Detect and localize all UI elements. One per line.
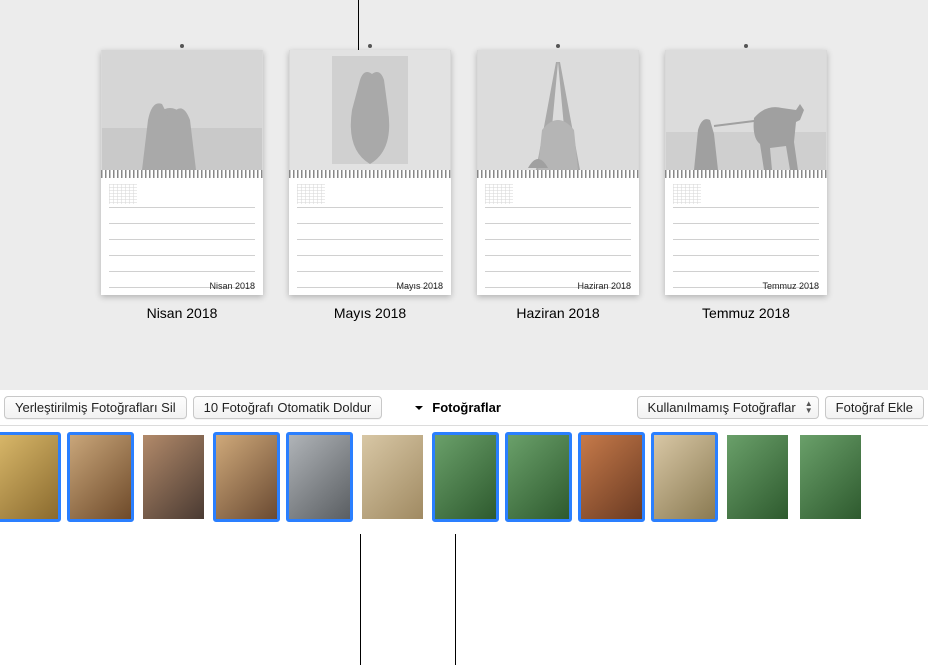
calendar-photo-placeholder[interactable] — [101, 50, 263, 170]
callout-line-bottom-2 — [455, 534, 456, 665]
month-inline-label: Temmuz 2018 — [762, 281, 819, 291]
month-inline-label: Mayıs 2018 — [396, 281, 443, 291]
calendar-page-temmuz[interactable]: Temmuz 2018 Temmuz 2018 — [665, 50, 827, 390]
calendar-canvas: Nisan 2018 Nisan 2018 Mayıs 2018 — [0, 0, 928, 390]
calendar-photo-placeholder[interactable] — [289, 50, 451, 170]
month-inline-label: Nisan 2018 — [209, 281, 255, 291]
chevron-down-icon — [412, 401, 426, 415]
add-photo-button[interactable]: Fotoğraf Ekle — [825, 396, 924, 419]
month-inline-label: Haziran 2018 — [577, 281, 631, 291]
photo-dog-bag[interactable] — [651, 432, 718, 522]
popup-arrows-icon: ▲▼ — [805, 400, 813, 414]
photo-dog-river[interactable] — [724, 432, 791, 522]
calendar-grid: Mayıs 2018 — [289, 178, 451, 295]
callout-line-bottom-1 — [360, 534, 361, 665]
callout-area-bottom — [0, 534, 928, 665]
clear-placed-photos-button[interactable]: Yerleştirilmiş Fotoğrafları Sil — [4, 396, 187, 419]
calendar-page-mayis[interactable]: Mayıs 2018 Mayıs 2018 — [289, 50, 451, 390]
thumbnail-image — [0, 435, 58, 519]
month-label: Temmuz 2018 — [702, 305, 790, 321]
photos-section-label: Fotoğraflar — [432, 400, 501, 415]
calendar-binding — [101, 170, 263, 178]
calendar-grid: Nisan 2018 — [101, 178, 263, 295]
thumbnail-image — [143, 435, 204, 519]
calendar-binding — [665, 170, 827, 178]
month-label: Nisan 2018 — [147, 305, 218, 321]
thumbnail-image — [362, 435, 423, 519]
photo-dog-hat[interactable] — [578, 432, 645, 522]
autofill-photos-button[interactable]: 10 Fotoğrafı Otomatik Doldur — [193, 396, 383, 419]
thumbnail-image — [216, 435, 277, 519]
thumbnail-image — [727, 435, 788, 519]
photo-dog-water[interactable] — [797, 432, 864, 522]
photo-girl-hammock2[interactable] — [505, 432, 572, 522]
photo-girl-hammock[interactable] — [432, 432, 499, 522]
calendar-binding — [477, 170, 639, 178]
photo-toolbar: Yerleştirilmiş Fotoğrafları Sil 10 Fotoğ… — [0, 390, 928, 426]
photo-thumbnail-strip[interactable] — [0, 426, 922, 534]
photo-dog-table[interactable] — [286, 432, 353, 522]
month-label: Haziran 2018 — [516, 305, 599, 321]
calendar-binding — [289, 170, 451, 178]
photo-dog-scarf[interactable] — [67, 432, 134, 522]
photo-dog-blanket[interactable] — [359, 432, 426, 522]
calendar-photo-placeholder[interactable] — [665, 50, 827, 170]
photo-woman-curly[interactable] — [140, 432, 207, 522]
thumbnail-image — [70, 435, 131, 519]
calendar-grid: Haziran 2018 — [477, 178, 639, 295]
thumbnail-image — [289, 435, 350, 519]
thumbnail-image — [435, 435, 496, 519]
calendar-photo-placeholder[interactable] — [477, 50, 639, 170]
calendar-grid: Temmuz 2018 — [665, 178, 827, 295]
calendar-page-haziran[interactable]: Haziran 2018 Haziran 2018 — [477, 50, 639, 390]
photo-filter-popup[interactable]: Kullanılmamış Fotoğraflar ▲▼ — [637, 396, 819, 419]
thumbnail-image — [581, 435, 642, 519]
calendar-page-nisan[interactable]: Nisan 2018 Nisan 2018 — [101, 50, 263, 390]
photo-woman-smile[interactable] — [213, 432, 280, 522]
thumbnail-image — [654, 435, 715, 519]
thumbnail-image — [508, 435, 569, 519]
month-label: Mayıs 2018 — [334, 305, 406, 321]
photo-dog-crown[interactable] — [0, 432, 61, 522]
photos-section-toggle[interactable]: Fotoğraflar — [412, 400, 501, 415]
thumbnail-image — [800, 435, 861, 519]
photo-filter-label: Kullanılmamış Fotoğraflar — [648, 400, 796, 415]
